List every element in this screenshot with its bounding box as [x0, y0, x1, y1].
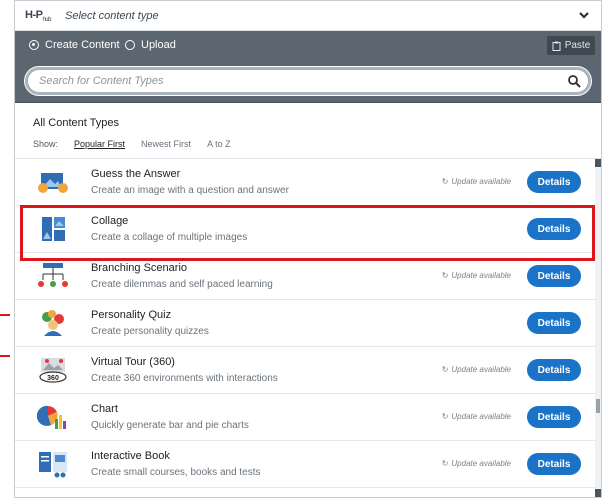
details-button[interactable]: Details	[527, 312, 581, 334]
tab-label: Create Content	[45, 39, 120, 51]
list-item[interactable]: Chart Quickly generate bar and pie chart…	[15, 394, 595, 441]
interactive-book-icon	[39, 452, 67, 478]
radio-icon	[125, 40, 135, 50]
list-item[interactable]: Personality Quiz Create personality quiz…	[15, 300, 595, 347]
item-description: Create personality quizzes	[91, 326, 209, 337]
update-text: Update available	[451, 365, 511, 374]
hub-header[interactable]: H-Phub Select content type	[15, 1, 601, 31]
personality-quiz-icon	[42, 310, 64, 336]
list-item[interactable]: Collage Create a collage of multiple ima…	[15, 206, 595, 253]
list-item[interactable]: 360 Virtual Tour (360) Create 360 enviro…	[15, 347, 595, 394]
scroll-up-arrow[interactable]	[595, 159, 601, 167]
update-available[interactable]: ↻ Update available	[442, 365, 511, 374]
search-input[interactable]	[39, 67, 539, 95]
details-button[interactable]: Details	[527, 359, 581, 381]
update-available[interactable]: ↻ Update available	[442, 271, 511, 280]
update-available[interactable]: ↻ Update available	[442, 412, 511, 421]
virtual-tour-icon: 360	[39, 358, 67, 383]
item-description: Create 360 environments with interaction…	[91, 373, 278, 384]
sort-a-to-z[interactable]: A to Z	[207, 139, 231, 149]
list-title: All Content Types	[33, 117, 120, 129]
list-item[interactable]: Guess the Answer Create an image with a …	[15, 159, 595, 206]
content-type-list: Guess the Answer Create an image with a …	[15, 159, 595, 497]
update-text: Update available	[451, 271, 511, 280]
radio-selected-icon	[29, 40, 39, 50]
details-button[interactable]: Details	[527, 406, 581, 428]
item-title: Virtual Tour (360)	[91, 356, 175, 368]
item-title: Personality Quiz	[91, 309, 172, 321]
item-description: Create dilemmas and self paced learning	[91, 279, 273, 290]
sort-options: Show: Popular First Newest First A to Z	[33, 139, 231, 149]
list-item[interactable]: Interactive Book Create small courses, b…	[15, 441, 595, 488]
details-button[interactable]: Details	[527, 265, 581, 287]
scroll-thumb[interactable]	[596, 399, 600, 413]
item-title: Collage	[91, 215, 129, 227]
item-title: Guess the Answer	[91, 168, 181, 180]
paste-button[interactable]: Paste	[547, 36, 595, 55]
details-button[interactable]: Details	[527, 218, 581, 240]
search-box	[25, 67, 591, 95]
item-title: Chart	[91, 403, 118, 415]
item-description: Create an image with a question and answ…	[91, 185, 289, 196]
collage-icon	[42, 217, 65, 241]
item-description: Create small courses, books and tests	[91, 467, 261, 478]
update-available[interactable]: ↻ Update available	[442, 459, 511, 468]
scroll-down-arrow[interactable]	[595, 489, 601, 497]
details-button[interactable]: Details	[527, 171, 581, 193]
list-item[interactable]: Branching Scenario Create dilemmas and s…	[15, 253, 595, 300]
item-title: Branching Scenario	[91, 262, 188, 274]
guess-answer-icon	[38, 173, 68, 193]
h5p-logo: H-Phub	[25, 9, 51, 24]
show-label: Show:	[33, 139, 59, 149]
search-bar	[15, 61, 601, 103]
annotation-mark	[0, 314, 10, 316]
chart-icon	[37, 405, 66, 429]
chevron-down-icon[interactable]	[577, 8, 591, 22]
sort-popular-first[interactable]: Popular First	[74, 139, 125, 149]
refresh-icon: ↻	[441, 271, 449, 280]
search-icon[interactable]	[567, 74, 581, 88]
update-available[interactable]: ↻ Update available	[442, 177, 511, 186]
clipboard-icon	[552, 41, 561, 51]
paste-label: Paste	[564, 40, 591, 51]
update-text: Update available	[451, 412, 511, 421]
refresh-icon: ↻	[441, 459, 449, 468]
item-description: Quickly generate bar and pie charts	[91, 420, 249, 431]
sort-newest-first[interactable]: Newest First	[141, 139, 191, 149]
branching-icon	[38, 263, 68, 287]
details-button[interactable]: Details	[527, 453, 581, 475]
update-text: Update available	[451, 459, 511, 468]
update-text: Update available	[451, 177, 511, 186]
refresh-icon: ↻	[441, 177, 449, 186]
item-title: Interactive Book	[91, 450, 170, 462]
h5p-hub: H-Phub Select content type Create Conten…	[14, 0, 602, 498]
tab-create-content[interactable]: Create Content	[29, 39, 120, 51]
scrollbar[interactable]	[595, 159, 601, 497]
refresh-icon: ↻	[441, 365, 449, 374]
svg-text:360: 360	[47, 375, 59, 382]
tab-label: Upload	[141, 39, 176, 51]
item-description: Create a collage of multiple images	[91, 232, 248, 243]
list-header: All Content Types Show: Popular First Ne…	[15, 103, 601, 159]
refresh-icon: ↻	[441, 412, 449, 421]
tab-upload[interactable]: Upload	[125, 39, 176, 51]
annotation-mark	[0, 355, 10, 357]
tab-bar: Create Content Upload Paste	[15, 31, 601, 61]
hub-title: Select content type	[65, 10, 159, 22]
